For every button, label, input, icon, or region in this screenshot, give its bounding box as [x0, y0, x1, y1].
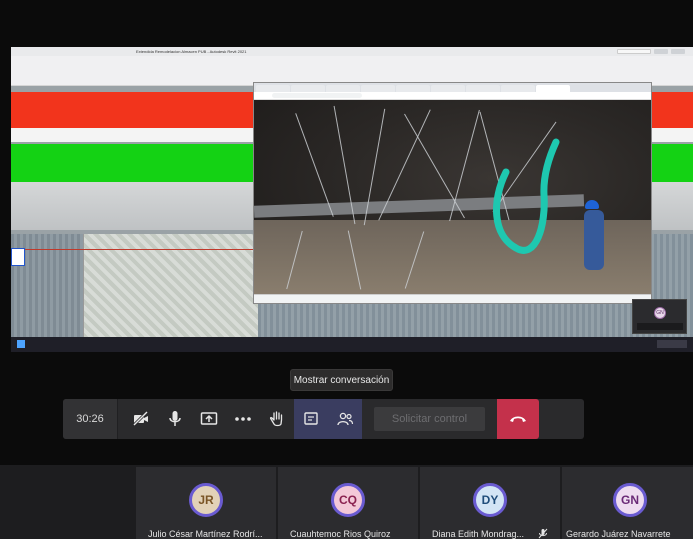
browser-tab [361, 85, 395, 92]
participant-tile[interactable]: GN Gerardo Juárez Navarrete [562, 467, 693, 539]
show-participants-button[interactable] [328, 399, 362, 439]
browser-tab [466, 85, 500, 92]
raise-hand-button[interactable] [260, 399, 294, 439]
pip-controls [637, 323, 683, 330]
participant-strip: JR Julio César Martínez Rodrí... CQ Cuau… [0, 465, 693, 539]
dimension-line [25, 249, 259, 250]
construction-photo [254, 100, 651, 296]
remote-window-controls [617, 49, 685, 54]
share-screen-icon [200, 412, 218, 425]
request-control-button[interactable]: Solicitar control [374, 407, 485, 431]
teams-meeting-window: Extendida Remodelacion Almacen PUB - Aut… [0, 0, 693, 539]
hang-up-button[interactable] [497, 399, 539, 439]
show-conversation-button[interactable] [294, 399, 328, 439]
browser-tab-active [536, 85, 570, 92]
mic-button[interactable] [158, 399, 192, 439]
remote-search-box [617, 49, 651, 54]
remote-taskbar [11, 337, 693, 352]
windows-start-icon [17, 340, 25, 348]
pip-avatar: GN [654, 307, 666, 319]
chat-icon [304, 412, 318, 425]
meeting-timer: 30:26 [63, 399, 118, 439]
browser-tab [501, 85, 535, 92]
remote-titlebar: Extendida Remodelacion Almacen PUB - Aut… [11, 47, 693, 56]
participant-avatar: GN [613, 483, 647, 517]
remote-window-buttons [671, 49, 685, 54]
browser-address-bar [254, 92, 651, 100]
more-icon [235, 417, 251, 421]
participant-avatar: DY [473, 483, 507, 517]
browser-tab [256, 85, 290, 92]
raise-hand-icon [269, 411, 283, 427]
browser-download-bar [254, 294, 651, 303]
share-screen-button[interactable] [192, 399, 226, 439]
participant-name: Gerardo Juárez Navarrete [566, 529, 671, 539]
wall-texture [83, 234, 258, 344]
mic-off-icon [538, 528, 548, 539]
participant-avatar: JR [189, 483, 223, 517]
browser-window [253, 82, 652, 304]
remote-teams-pip: GN [632, 299, 687, 334]
annotation-drawing [493, 138, 560, 254]
participants-icon [337, 412, 354, 426]
participant-tile[interactable]: CQ Cuauhtemoc Rios Quiroz [278, 467, 418, 539]
browser-tab [396, 85, 430, 92]
more-actions-button[interactable] [226, 399, 260, 439]
participant-name: Julio César Martínez Rodrí... [148, 529, 263, 539]
remote-clock [657, 340, 687, 348]
browser-tab [291, 85, 325, 92]
browser-tab [431, 85, 465, 92]
remote-signin [654, 49, 668, 54]
participant-tile[interactable]: JR Julio César Martínez Rodrí... [136, 467, 276, 539]
meeting-control-bar: 30:26 Solicitar control [63, 399, 584, 439]
browser-tab [326, 85, 360, 92]
participant-tile[interactable]: DY Diana Edith Mondrag... [420, 467, 560, 539]
camera-button[interactable] [124, 399, 158, 439]
camera-off-icon [132, 411, 149, 427]
mic-icon [169, 411, 181, 426]
browser-tabs [254, 83, 651, 92]
hang-up-icon [510, 416, 526, 422]
participant-name: Cuauhtemoc Rios Quiroz [290, 529, 391, 539]
participant-avatar: CQ [331, 483, 365, 517]
remote-window-title: Extendida Remodelacion Almacen PUB - Aut… [136, 49, 247, 54]
browser-url-field [272, 93, 362, 98]
tooltip-show-conversation: Mostrar conversación [290, 369, 393, 391]
dimension-tag [11, 248, 25, 266]
participant-name: Diana Edith Mondrag... [432, 529, 525, 539]
